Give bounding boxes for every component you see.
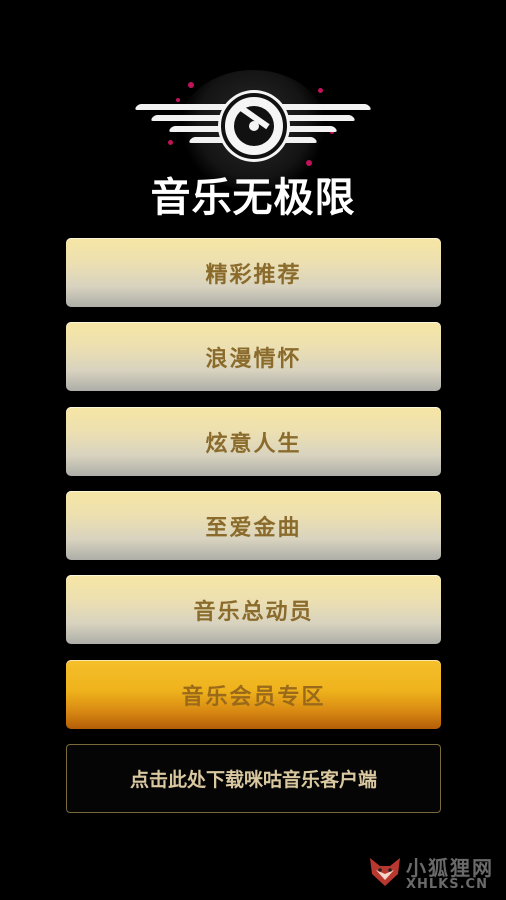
app-title: 音乐无极限 [150, 175, 356, 221]
menu-item-music-mobilization[interactable]: 音乐总动员 [66, 575, 441, 644]
download-client-button[interactable]: 点击此处下载咪咕音乐客户端 [66, 744, 441, 813]
left-wing-icon [126, 104, 239, 144]
menu-item-cool-life[interactable]: 炫意人生 [66, 407, 441, 476]
menu-item-romance[interactable]: 浪漫情怀 [66, 322, 441, 391]
menu-item-golden-hits[interactable]: 至爱金曲 [66, 491, 441, 560]
watermark-en-text: XHLKS.CN [406, 877, 488, 892]
menu-item-featured[interactable]: 精彩推荐 [66, 238, 441, 307]
app-logo: 音乐无极限 [118, 70, 388, 221]
splash-dot [318, 88, 323, 93]
site-watermark: 小狐狸网 XHLKS.CN [366, 852, 502, 894]
splash-dot [188, 82, 194, 88]
fox-logo-icon [370, 858, 400, 886]
menu-item-vip-zone[interactable]: 音乐会员专区 [66, 660, 441, 729]
vinyl-disc-icon [221, 93, 287, 159]
splash-dot [176, 98, 180, 102]
